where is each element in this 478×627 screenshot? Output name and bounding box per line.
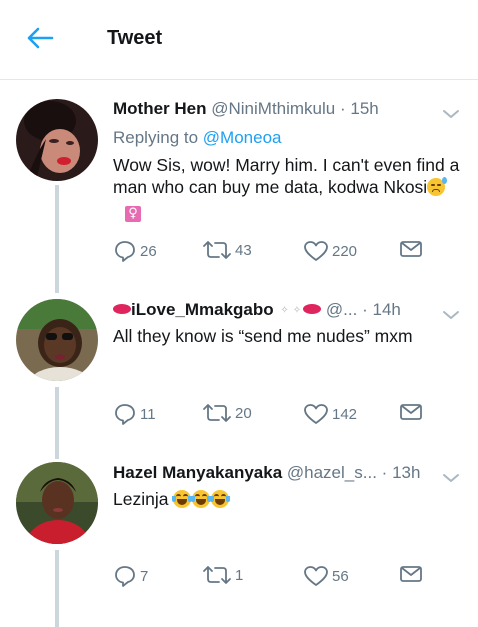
display-name[interactable]: Hazel Manyakanyaka <box>113 463 282 482</box>
reply-icon <box>115 566 135 587</box>
separator-dot: · <box>362 300 368 319</box>
timestamp[interactable]: 15h <box>350 99 378 118</box>
female-sign-emoji-icon: ♀ <box>125 206 141 222</box>
retweet-icon <box>203 404 231 422</box>
like-button[interactable]: 56 <box>303 564 349 588</box>
direct-message-button[interactable] <box>399 564 423 584</box>
page-title: Tweet <box>107 27 163 49</box>
lips-emoji-icon <box>113 304 131 314</box>
envelope-icon <box>400 566 422 582</box>
reply-count: 11 <box>140 405 156 423</box>
reply-button[interactable]: 11 <box>113 402 156 426</box>
separator-dot: · <box>339 99 346 118</box>
tweet-header: Mother Hen @NiniMthimkulu · 15h <box>113 99 433 119</box>
tweet-item[interactable]: Mother Hen @NiniMthimkulu · 15h Replying… <box>0 99 478 293</box>
avatar[interactable] <box>16 99 98 181</box>
retweet-count: 43 <box>235 241 252 259</box>
heart-icon <box>304 241 328 261</box>
user-handle[interactable]: @... <box>326 300 357 319</box>
retweet-count: 20 <box>235 404 252 422</box>
back-arrow-icon[interactable] <box>22 24 58 52</box>
avatar[interactable] <box>16 462 98 544</box>
tweet-actions: 7 1 56 <box>113 564 443 588</box>
tweet-text-content: Wow Sis, wow! Marry him. I can't even fi… <box>113 155 460 197</box>
reply-icon <box>115 241 135 262</box>
direct-message-button[interactable] <box>399 402 423 422</box>
tweet-text: Wow Sis, wow! Marry him. I can't even fi… <box>113 154 463 222</box>
reply-button[interactable]: 7 <box>113 564 148 588</box>
tweet-item[interactable]: Hazel Manyakanyaka @hazel_s... · 13h Lez… <box>0 462 478 627</box>
retweet-button[interactable]: 43 <box>202 239 252 261</box>
display-name[interactable]: Mother Hen <box>113 99 207 118</box>
tears-of-joy-emoji-icon <box>172 490 193 508</box>
chevron-down-icon[interactable] <box>442 308 460 320</box>
tweet-item[interactable]: iLove_Mmakgabo ✧ ✧ @... · 14h All they kn… <box>0 299 478 459</box>
reply-icon <box>115 404 135 425</box>
mention-link[interactable]: @Moneoa <box>203 128 282 147</box>
like-button[interactable]: 142 <box>303 402 357 426</box>
replying-to: Replying to @Moneoa <box>113 127 281 149</box>
chevron-down-icon[interactable] <box>442 471 460 483</box>
sweat-smile-emoji-icon <box>427 177 448 196</box>
sparkle-emoji-icon: ✧ <box>292 305 302 316</box>
avatar[interactable] <box>16 299 98 381</box>
tears-of-joy-emoji-icon <box>210 490 231 508</box>
retweet-icon <box>203 241 231 259</box>
timestamp[interactable]: 14h <box>372 300 400 319</box>
thread-line <box>55 550 59 627</box>
reply-button[interactable]: 26 <box>113 239 157 263</box>
thread-line <box>55 387 59 459</box>
like-button[interactable]: 220 <box>303 239 357 263</box>
tweet-actions: 26 43 220 <box>113 239 443 263</box>
top-app-bar: Tweet <box>0 0 478 80</box>
tweet-text: All they know is “send me nudes” mxm <box>113 325 463 347</box>
retweet-button[interactable]: 20 <box>202 402 252 424</box>
replying-prefix: Replying to <box>113 128 203 147</box>
like-count: 220 <box>332 242 358 260</box>
heart-icon <box>304 566 328 586</box>
separator-dot: · <box>381 463 388 482</box>
reply-count: 26 <box>140 242 157 260</box>
lips-emoji-icon <box>303 304 322 314</box>
display-name[interactable]: iLove_Mmakgabo <box>131 300 274 319</box>
tweet-text-content: Lezinja <box>113 489 169 509</box>
retweet-count: 1 <box>235 566 244 584</box>
like-count: 142 <box>332 405 358 423</box>
thread-line <box>55 185 59 293</box>
heart-icon <box>304 404 328 424</box>
reply-count: 7 <box>140 567 149 585</box>
tweet-header: Hazel Manyakanyaka @hazel_s... · 13h <box>113 463 433 483</box>
tweet-header: iLove_Mmakgabo ✧ ✧ @... · 14h <box>113 300 433 321</box>
sparkle-emoji-icon: ✧ <box>280 305 289 316</box>
direct-message-button[interactable] <box>399 239 423 259</box>
retweet-icon <box>203 566 231 584</box>
timestamp[interactable]: 13h <box>392 463 420 482</box>
tweet-text-content: All they know is “send me nudes” mxm <box>113 326 413 346</box>
user-handle[interactable]: @hazel_s... <box>287 463 377 482</box>
user-handle[interactable]: @NiniMthimkulu <box>211 99 335 118</box>
tweet-text: Lezinja <box>113 488 463 510</box>
envelope-icon <box>400 241 422 257</box>
tweet-actions: 11 20 142 <box>113 402 443 426</box>
envelope-icon <box>400 404 422 420</box>
tears-of-joy-emoji-icon <box>191 490 212 508</box>
chevron-down-icon[interactable] <box>442 107 460 119</box>
like-count: 56 <box>332 567 349 585</box>
retweet-button[interactable]: 1 <box>202 564 243 586</box>
